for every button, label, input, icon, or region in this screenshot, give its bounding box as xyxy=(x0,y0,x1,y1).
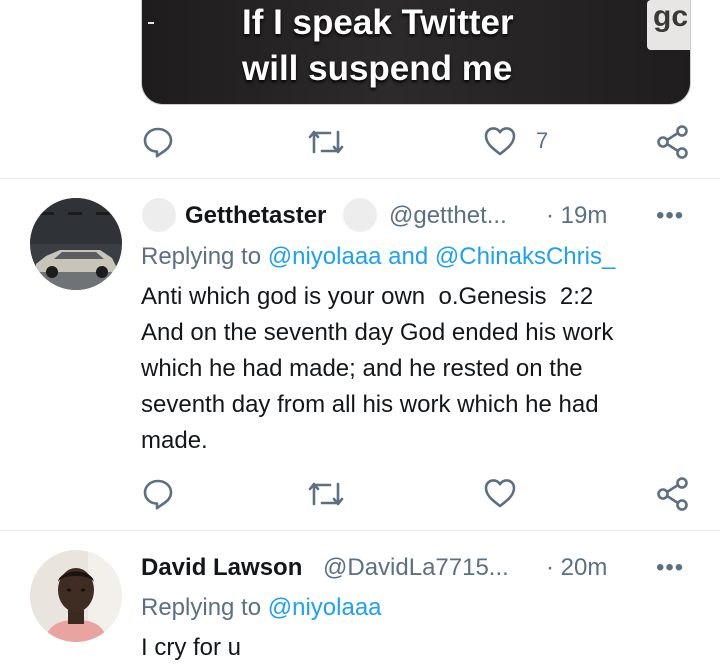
replying-to: Replying to @niyolaaa xyxy=(141,594,382,622)
media-sign-text: gc xyxy=(653,0,689,33)
mention-link[interactable]: @niyolaaa xyxy=(268,243,382,270)
tweet-text: Anti which god is your own o.Genesis 2:2… xyxy=(141,283,614,454)
user-handle[interactable]: @getthet... xyxy=(389,202,507,230)
like-button[interactable] xyxy=(483,124,517,158)
avatar-person-image xyxy=(30,550,122,642)
media-caption-line2: will suspend me xyxy=(242,49,513,88)
emoji-badge xyxy=(142,198,176,232)
tweet-divider xyxy=(0,530,720,531)
tweet-divider xyxy=(0,178,720,179)
more-options-button[interactable]: ••• xyxy=(656,202,684,230)
mention-link[interactable]: @niyolaaa xyxy=(268,594,382,621)
like-count: 7 xyxy=(536,128,549,153)
media-caption-line1: If I speak Twitter xyxy=(242,3,514,42)
share-icon xyxy=(657,477,688,511)
avatar[interactable] xyxy=(30,550,122,642)
reply-icon xyxy=(143,479,173,510)
avatar[interactable] xyxy=(30,198,122,290)
like-button[interactable] xyxy=(483,476,517,510)
replying-and: and xyxy=(381,243,435,270)
mention-link[interactable]: @ChinaksChris_ xyxy=(435,243,615,270)
retweet-button[interactable] xyxy=(306,124,346,160)
share-icon xyxy=(657,125,688,159)
display-name[interactable]: Getthetaster xyxy=(185,202,326,230)
reply-button[interactable] xyxy=(141,125,175,159)
timestamp[interactable]: · 19m xyxy=(546,202,607,230)
more-icon: ••• xyxy=(656,554,685,581)
reply-button[interactable] xyxy=(141,477,175,511)
heart-icon xyxy=(484,127,516,156)
heart-icon xyxy=(484,479,516,508)
replying-to-label: Replying to xyxy=(141,594,268,621)
replying-to-label: Replying to xyxy=(141,243,268,270)
user-handle[interactable]: @DavidLa7715... xyxy=(323,554,509,582)
tweet-text: I cry for u xyxy=(141,634,242,661)
media-mark xyxy=(148,22,154,24)
share-button[interactable] xyxy=(655,124,691,160)
avatar-car-image xyxy=(30,198,122,290)
timestamp[interactable]: · 20m xyxy=(546,554,607,582)
tweet-media-image[interactable]: gc If I speak Twitter will suspend me xyxy=(141,0,691,105)
emoji-badge xyxy=(343,198,377,232)
retweet-icon xyxy=(308,482,344,506)
replying-to: Replying to @niyolaaa and @ChinaksChris_ xyxy=(141,243,615,271)
reply-icon xyxy=(143,127,173,158)
more-icon: ••• xyxy=(656,202,685,229)
retweet-icon xyxy=(308,130,344,154)
share-button[interactable] xyxy=(655,476,691,512)
more-options-button[interactable]: ••• xyxy=(656,554,684,582)
retweet-button[interactable] xyxy=(306,476,346,512)
display-name[interactable]: David Lawson xyxy=(141,554,302,582)
